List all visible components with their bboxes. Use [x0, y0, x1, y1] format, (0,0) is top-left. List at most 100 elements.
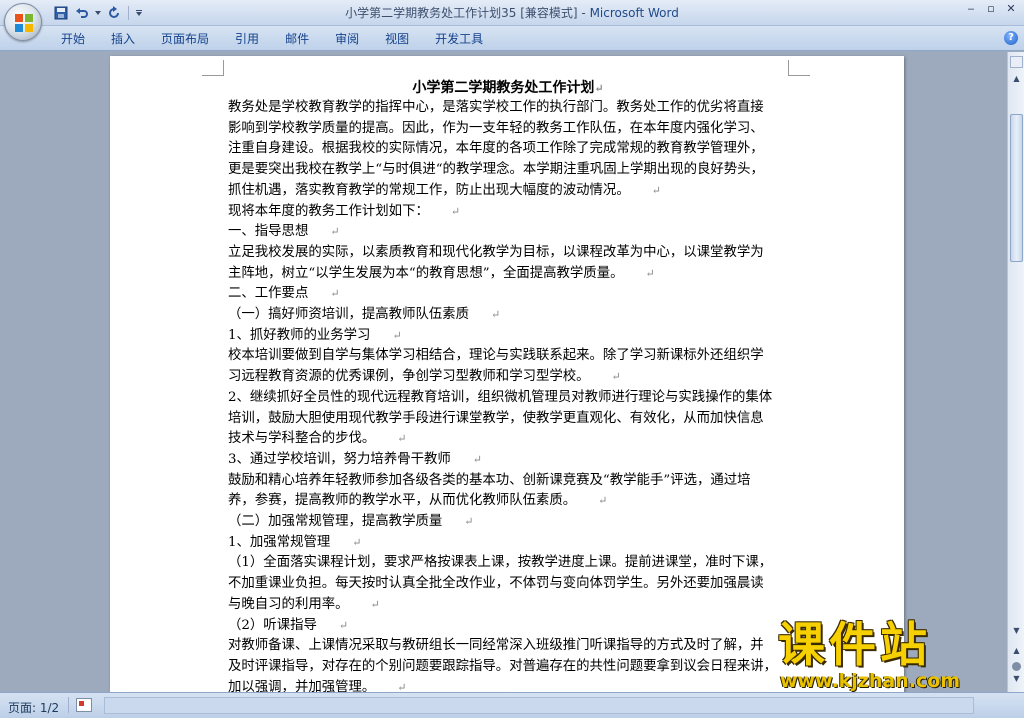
document-line-text: 现将本年度的教务工作计划如下：: [228, 203, 429, 219]
proofing-status-icon[interactable]: [76, 698, 92, 712]
document-page[interactable]: 小学第二学期教务处工作计划↵ 教务处是学校教育教学的指挥中心，是落实学校工作的执…: [110, 56, 904, 692]
document-line: （1）全面落实课程计划，要求严格按课表上课，按教学进度上课。提前进课堂，准时下课…: [228, 553, 788, 574]
document-line: 及时评课指导，对存在的个别问题要跟踪指导。对普遍存在的共性问题要拿到议会日程来讲…: [228, 657, 788, 678]
scroll-up-button[interactable]: ▲: [1010, 72, 1023, 85]
restore-button[interactable]: ▫: [982, 2, 1000, 18]
document-line-text: 一、指导思想: [228, 224, 309, 240]
scroll-down-button[interactable]: ▼: [1010, 624, 1023, 637]
document-line-text: 二、工作要点: [228, 286, 309, 302]
document-name: 小学第二学期教务处工作计划35 [兼容模式] -: [345, 6, 590, 20]
paragraph-mark: ↵: [392, 328, 402, 342]
document-line: 对教师备课、上课情况采取与教研组长一同经常深入班级推门听课指导的方式及时了解，并: [228, 636, 788, 657]
document-line: 习远程教育资源的优秀课例，争创学习型教师和学习型学校。 ↵: [228, 367, 788, 388]
document-line: 养，参赛，提高教师的教学水平，从而优化教师队伍素质。 ↵: [228, 491, 788, 512]
document-line-text: 注重自身建设。根据我校的实际情况，本年度的各项工作除了完成常规的教育教学管理外，: [228, 141, 764, 157]
vertical-scrollbar[interactable]: ▲ ▼ ▲ ▼: [1007, 52, 1024, 692]
view-ruler-button[interactable]: [1010, 56, 1023, 68]
document-line-text: 1、加强常规管理: [228, 534, 331, 550]
document-line: 1、加强常规管理 ↵: [228, 533, 788, 554]
status-separator: [68, 697, 69, 713]
paragraph-mark: ↵: [370, 597, 380, 611]
paragraph-mark: ↵: [651, 183, 661, 197]
paragraph-mark: ↵: [645, 266, 655, 280]
paragraph-mark: ↵: [330, 287, 340, 301]
document-line: 不加重课业负担。每天按时认真全批全改作业，不体罚与变向体罚学生。另外还要加强晨读: [228, 574, 788, 595]
document-line: 注重自身建设。根据我校的实际情况，本年度的各项工作除了完成常规的教育教学管理外，: [228, 139, 788, 160]
document-line-text: 与晚自习的利用率。: [228, 596, 349, 612]
document-line-text: （一）搞好师资培训，提高教师队伍素质: [228, 307, 470, 323]
document-line-text: 2、继续抓好全员性的现代远程教育培训，组织微机管理员对教师进行理论与实践操作的集…: [228, 389, 773, 405]
paragraph-mark: ↵: [397, 680, 407, 692]
status-page-number[interactable]: 页面: 1/2: [8, 699, 59, 716]
select-browse-object-button[interactable]: [1012, 662, 1021, 671]
status-bar: 页面: 1/2: [0, 692, 1024, 718]
document-line: 教务处是学校教育教学的指挥中心，是落实学校工作的执行部门。教务处工作的优劣将直接: [228, 98, 788, 119]
tab-developer[interactable]: 开发工具: [422, 30, 496, 48]
help-icon[interactable]: ?: [1004, 31, 1018, 45]
document-body[interactable]: 小学第二学期教务处工作计划↵ 教务处是学校教育教学的指挥中心，是落实学校工作的执…: [228, 78, 788, 692]
minimize-button[interactable]: ‒: [962, 2, 980, 18]
document-line-text: 技术与学科整合的步伐。: [228, 431, 376, 447]
office-logo-icon: [15, 14, 33, 32]
paragraph-mark: ↵: [338, 618, 349, 632]
document-line-text: 加以强调，并加强管理。: [228, 679, 376, 692]
paragraph-mark: ↵: [611, 370, 621, 384]
document-title: 小学第二学期教务处工作计划↵: [228, 78, 788, 98]
document-line-text: （2）听课指导: [228, 617, 317, 633]
paragraph-mark: ↵: [491, 308, 501, 322]
document-line: 与晚自习的利用率。 ↵: [228, 595, 788, 616]
document-line-text: 3、通过学校培训，努力培养骨干教师: [228, 451, 451, 467]
ribbon-tabs: 开始 插入 页面布局 引用 邮件 审阅 视图 开发工具: [48, 30, 496, 48]
tab-insert[interactable]: 插入: [98, 30, 148, 48]
tab-view[interactable]: 视图: [372, 30, 422, 48]
document-line-text: 习远程教育资源的优秀课例，争创学习型教师和学习型学校。: [228, 369, 590, 385]
document-line-text: 更是要突出我校在教学上“与时俱进“的教学理念。本学期注重巩固上学期出现的良好势头…: [228, 162, 764, 178]
next-page-button[interactable]: ▼: [1010, 674, 1023, 686]
document-line-text: 鼓励和精心培养年轻教师参加各级各类的基本功、创新课竞赛及“教学能手”评选，通过培: [228, 472, 751, 488]
margin-corner-top-right: [788, 60, 810, 76]
document-line: 加以强调，并加强管理。 ↵: [228, 678, 788, 692]
document-line: （一）搞好师资培训，提高教师队伍素质 ↵: [228, 305, 788, 326]
paragraph-mark: ↵: [598, 494, 608, 508]
office-button[interactable]: [4, 3, 42, 41]
document-line-text: 教务处是学校教育教学的指挥中心，是落实学校工作的执行部门。教务处工作的优劣将直接: [228, 100, 764, 115]
document-line-text: 立足我校发展的实际，以素质教育和现代化教学为目标，以课程改革为中心，以课堂教学为: [228, 244, 764, 260]
paragraph-mark: ↵: [472, 452, 482, 466]
margin-corner-top-left: [202, 60, 224, 76]
document-line-text: 对教师备课、上课情况采取与教研组长一同经常深入班级推门听课指导的方式及时了解，并: [228, 638, 764, 654]
document-line: 3、通过学校培训，努力培养骨干教师 ↵: [228, 450, 788, 471]
document-line: 主阵地，树立“以学生发展为本“的教育思想”，全面提高教学质量。 ↵: [228, 264, 788, 285]
document-line-text: 1、抓好教师的业务学习: [228, 327, 371, 343]
window-title: 小学第二学期教务处工作计划35 [兼容模式] - Microsoft Word: [0, 4, 1024, 21]
document-line-text: 主阵地，树立“以学生发展为本“的教育思想”，全面提高教学质量。: [228, 265, 624, 281]
document-line-text: （二）加强常规管理，提高教学质量: [228, 514, 443, 530]
document-line: 影响到学校教学质量的提高。因此，作为一支年轻的教务工作队伍，在本年度内强化学习、: [228, 119, 788, 140]
watermark-title: 课件站: [778, 618, 931, 673]
tab-home[interactable]: 开始: [48, 30, 98, 48]
paragraph-mark: ↵: [464, 515, 474, 529]
document-line: 更是要突出我校在教学上“与时俱进“的教学理念。本学期注重巩固上学期出现的良好势头…: [228, 160, 788, 181]
app-name: Microsoft Word: [589, 6, 679, 20]
document-line: （二）加强常规管理，提高教学质量 ↵: [228, 512, 788, 533]
document-line: 立足我校发展的实际，以素质教育和现代化教学为目标，以课程改革为中心，以课堂教学为: [228, 243, 788, 264]
scroll-thumb[interactable]: [1010, 114, 1023, 262]
paragraph-mark: ↵: [352, 535, 362, 549]
document-line: 现将本年度的教务工作计划如下： ↵: [228, 202, 788, 223]
tab-references[interactable]: 引用: [222, 30, 272, 48]
document-lines: 教务处是学校教育教学的指挥中心，是落实学校工作的执行部门。教务处工作的优劣将直接…: [228, 98, 788, 692]
document-line-text: 影响到学校教学质量的提高。因此，作为一支年轻的教务工作队伍，在本年度内强化学习、: [228, 120, 764, 136]
tab-page-layout[interactable]: 页面布局: [148, 30, 222, 48]
document-line-text: 抓住机遇，落实教育教学的常规工作，防止出现大幅度的波动情况。: [228, 182, 630, 198]
paragraph-mark: ↵: [397, 432, 407, 446]
document-workspace: 小学第二学期教务处工作计划↵ 教务处是学校教育教学的指挥中心，是落实学校工作的执…: [0, 52, 1007, 692]
document-line: 技术与学科整合的步伐。 ↵: [228, 429, 788, 450]
title-bar: 小学第二学期教务处工作计划35 [兼容模式] - Microsoft Word …: [0, 0, 1024, 26]
paragraph-mark: ↵: [594, 82, 604, 95]
close-button[interactable]: ✕: [1002, 2, 1020, 18]
tab-review[interactable]: 审阅: [322, 30, 372, 48]
previous-page-button[interactable]: ▲: [1010, 646, 1023, 658]
tab-mailings[interactable]: 邮件: [272, 30, 322, 48]
paragraph-mark: ↵: [330, 225, 340, 239]
watermark-url: www.kjzhan.com: [780, 670, 961, 692]
ribbon-tab-bar: 开始 插入 页面布局 引用 邮件 审阅 视图 开发工具 ?: [0, 26, 1024, 51]
